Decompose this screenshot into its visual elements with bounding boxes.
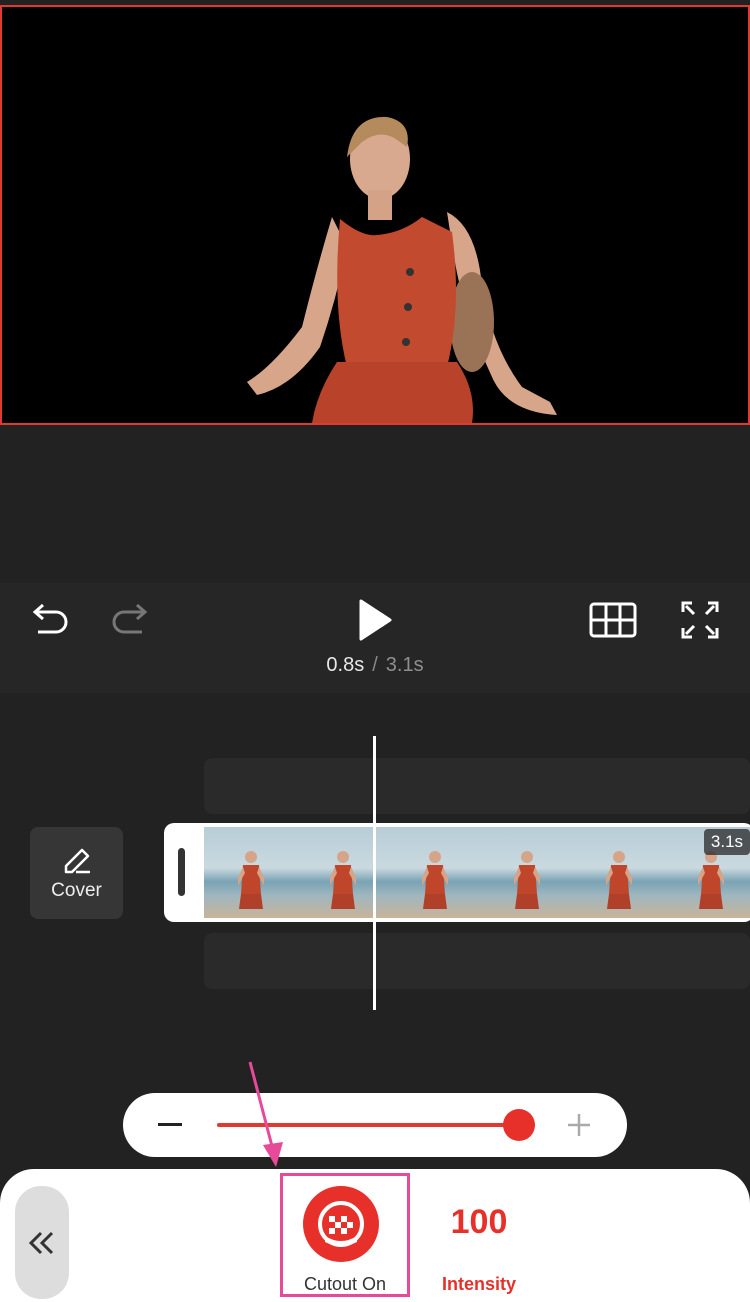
grid-icon[interactable] [588, 600, 638, 640]
clip-thumbnail-frame [204, 827, 296, 918]
redo-icon[interactable] [108, 600, 152, 640]
total-time: 3.1s [385, 654, 424, 676]
clip-thumbnail-frame [572, 827, 664, 918]
cutout-label: Cutout On [303, 1274, 387, 1294]
cutout-icon[interactable] [303, 1186, 379, 1262]
minus-icon[interactable] [158, 1123, 182, 1126]
pencil-icon [64, 848, 90, 874]
person-thumbnail-icon [238, 851, 264, 909]
person-thumbnail-icon [606, 851, 632, 909]
slider-thumb[interactable] [503, 1109, 535, 1141]
fullscreen-icon[interactable] [678, 598, 722, 642]
play-icon[interactable] [352, 596, 398, 644]
clip-thumbnails [204, 827, 750, 918]
plus-icon[interactable] [566, 1112, 592, 1138]
empty-track-bottom[interactable] [204, 933, 750, 989]
time-readout: 0.8s / 3.1s [0, 654, 750, 677]
cover-button[interactable]: Cover [30, 827, 123, 919]
empty-track-top[interactable] [204, 758, 750, 814]
intensity-label: Intensity [441, 1274, 516, 1294]
clip-trim-handle[interactable] [178, 848, 185, 896]
cover-label: Cover [51, 880, 102, 901]
clip-thumbnail-frame [388, 827, 480, 918]
person-thumbnail-icon [514, 851, 540, 909]
video-preview[interactable] [0, 5, 750, 425]
person-thumbnail-icon [330, 851, 356, 909]
time-separator: / [372, 654, 378, 676]
slider-track[interactable] [217, 1123, 517, 1127]
intensity-value: 100 [450, 1203, 508, 1241]
person-thumbnail-icon [422, 851, 448, 909]
current-time: 0.8s [326, 654, 365, 676]
person-thumbnail-icon [698, 851, 724, 909]
clip-duration-badge: 3.1s [704, 829, 750, 855]
undo-icon[interactable] [28, 600, 72, 640]
cutout-person-image [247, 116, 557, 423]
double-chevron-left-icon [28, 1231, 54, 1254]
back-button[interactable] [15, 1186, 69, 1299]
playhead[interactable] [373, 736, 376, 1010]
clip-thumbnail-frame [480, 827, 572, 918]
